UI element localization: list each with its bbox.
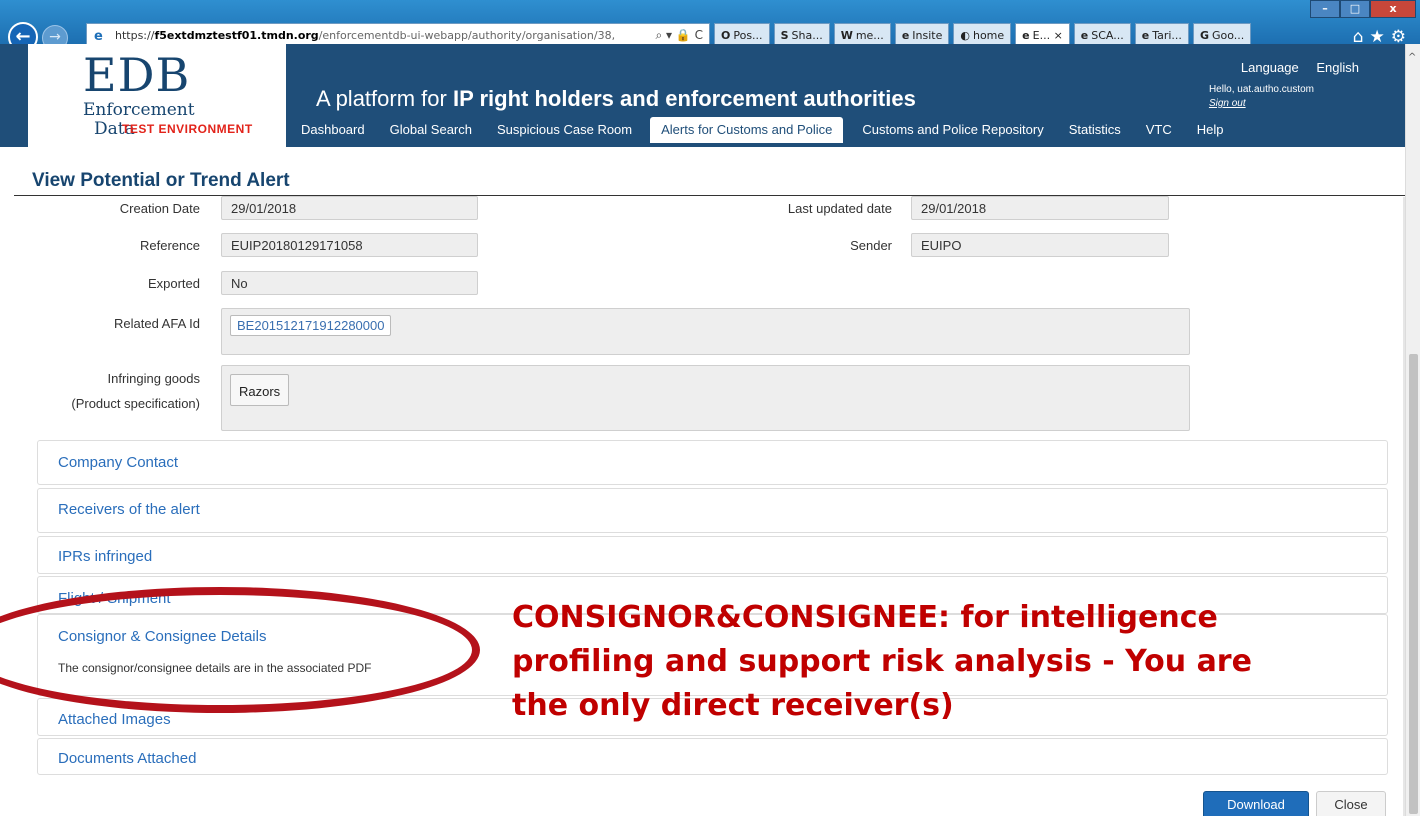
browser-chrome: – □ x ← → e https://f5extdmztestf01.tmdn…: [0, 0, 1420, 52]
creation-date-label: Creation Date: [119, 201, 200, 216]
tab-favicon-icon: e: [1080, 29, 1089, 42]
tab-label: E... ×: [1032, 29, 1063, 42]
url-path: /enforcementdb-ui-webapp/authority/organ…: [318, 29, 616, 42]
infringing-goods-tag: Razors: [230, 374, 290, 406]
attached-images-title[interactable]: Attached Images: [58, 711, 171, 728]
maximize-button[interactable]: □: [1340, 0, 1370, 18]
close-window-button[interactable]: x: [1370, 0, 1416, 18]
related-afa-field: BE201512171912280000: [221, 308, 1190, 355]
reference-label: Reference: [140, 238, 200, 253]
flight-shipment-title[interactable]: Flight / Shipment: [58, 590, 171, 607]
logo-main-text: EDB: [83, 48, 191, 102]
sender-field: EUIPO: [911, 233, 1169, 257]
language-label: Language: [1240, 60, 1299, 75]
tab-favicon-icon: S: [780, 29, 789, 42]
tab-label: Sha...: [791, 29, 823, 42]
documents-attached-title[interactable]: Documents Attached: [58, 750, 196, 767]
sign-out-link[interactable]: Sign out: [1209, 98, 1314, 109]
screen: – □ x ← → e https://f5extdmztestf01.tmdn…: [0, 0, 1420, 816]
infringing-goods-field: Razors: [221, 365, 1190, 431]
menu-item-customs-and-police-repository[interactable]: Customs and Police Repository: [849, 117, 1055, 143]
page-scrollbar[interactable]: ^: [1405, 44, 1420, 816]
tab-favicon-icon: O: [721, 29, 731, 42]
consignor-consignee-body: The consignor/consignee details are in t…: [58, 661, 372, 675]
tab-label: SCA...: [1091, 29, 1124, 42]
iprs-panel[interactable]: IPRs infringed: [37, 536, 1388, 574]
test-environment-label: TEST ENVIRONMENT: [122, 122, 253, 136]
app-header: EDB Enforcement Data TEST ENVIRONMENT A …: [0, 44, 1405, 147]
menu-item-alerts-for-customs-and-police[interactable]: Alerts for Customs and Police: [650, 117, 844, 143]
tagline-prefix: A platform for: [316, 86, 453, 111]
product-specification-label: (Product specification): [71, 396, 200, 411]
main-menu: Dashboard Global Search Suspicious Case Ro…: [288, 117, 1235, 143]
related-afa-label: Related AFA Id: [113, 316, 200, 331]
url-domain: f5extdmztestf01.tmdn.org: [154, 29, 319, 42]
company-contact-title[interactable]: Company Contact: [58, 454, 178, 471]
documents-attached-panel[interactable]: Documents Attached: [37, 738, 1388, 775]
language-selector[interactable]: Language English: [1241, 60, 1359, 75]
infringing-goods-label: Infringing goods: [107, 371, 200, 386]
menu-item-statistics[interactable]: Statistics: [1056, 117, 1133, 143]
reference-field: EUIP20180129171058: [221, 233, 478, 257]
exported-label: Exported: [147, 276, 200, 291]
menu-item-help[interactable]: Help: [1184, 117, 1236, 143]
tab-favicon-icon: ◐: [960, 29, 970, 42]
edb-logo[interactable]: EDB Enforcement Data TEST ENVIRONMENT: [28, 44, 286, 147]
receivers-title[interactable]: Receivers of the alert: [58, 501, 200, 518]
tab-favicon-icon: G: [1199, 29, 1209, 42]
tab-label: Insite: [912, 29, 943, 42]
related-afa-link[interactable]: BE201512171912280000: [230, 315, 392, 336]
menu-item-dashboard[interactable]: Dashboard: [288, 117, 377, 143]
user-greeting: Hello, uat.autho.custom: [1208, 84, 1314, 95]
tab-favicon-icon: e: [1141, 29, 1150, 42]
exported-field: No: [221, 271, 478, 295]
window-controls: – □ x: [1310, 0, 1416, 18]
address-controls[interactable]: ⌕ ▾ 🔒 C: [651, 28, 703, 43]
logo-subtitle-1: Enforcement: [83, 100, 195, 120]
company-contact-panel[interactable]: Company Contact: [37, 440, 1388, 485]
tagline-bold: IP right holders and enforcement authori…: [452, 86, 916, 111]
ie-logo-icon: e: [94, 29, 103, 44]
tab-label: Goo...: [1211, 29, 1245, 42]
scroll-up-icon[interactable]: ^: [1408, 52, 1416, 63]
language-value[interactable]: English: [1316, 60, 1359, 75]
menu-item-global-search[interactable]: Global Search: [377, 117, 484, 143]
menu-item-vtc[interactable]: VTC: [1133, 117, 1184, 143]
minimize-button[interactable]: –: [1310, 0, 1340, 18]
close-button[interactable]: Close: [1316, 791, 1386, 816]
user-info: Hello, uat.autho.custom Sign out: [1209, 84, 1314, 109]
menu-item-suspicious-case-room[interactable]: Suspicious Case Room: [484, 117, 644, 143]
annotation-text: CONSIGNOR&CONSIGNEE: for intelligence pr…: [512, 600, 1252, 723]
iprs-title[interactable]: IPRs infringed: [58, 548, 152, 565]
download-button[interactable]: Download: [1203, 791, 1309, 816]
consignor-consignee-title[interactable]: Consignor & Consignee Details: [58, 628, 266, 645]
last-updated-label: Last updated date: [787, 201, 892, 216]
last-updated-field: 29/01/2018: [911, 196, 1169, 220]
tab-label: Pos...: [733, 29, 763, 42]
page-title: View Potential or Trend Alert: [32, 170, 290, 191]
tab-favicon-icon: W: [840, 29, 853, 42]
creation-date-field: 29/01/2018: [221, 196, 478, 220]
tab-label: home: [972, 29, 1005, 42]
tab-label: Tari...: [1152, 29, 1182, 42]
receivers-panel[interactable]: Receivers of the alert: [37, 488, 1388, 533]
tab-favicon-icon: e: [1022, 29, 1030, 42]
tagline: A platform for IP right holders and enfo…: [316, 86, 916, 112]
scrollbar-thumb[interactable]: [1409, 354, 1418, 814]
sender-label: Sender: [850, 238, 892, 253]
tab-label: me...: [855, 29, 884, 42]
tab-favicon-icon: e: [901, 29, 910, 42]
url-prefix: https://: [115, 29, 155, 42]
